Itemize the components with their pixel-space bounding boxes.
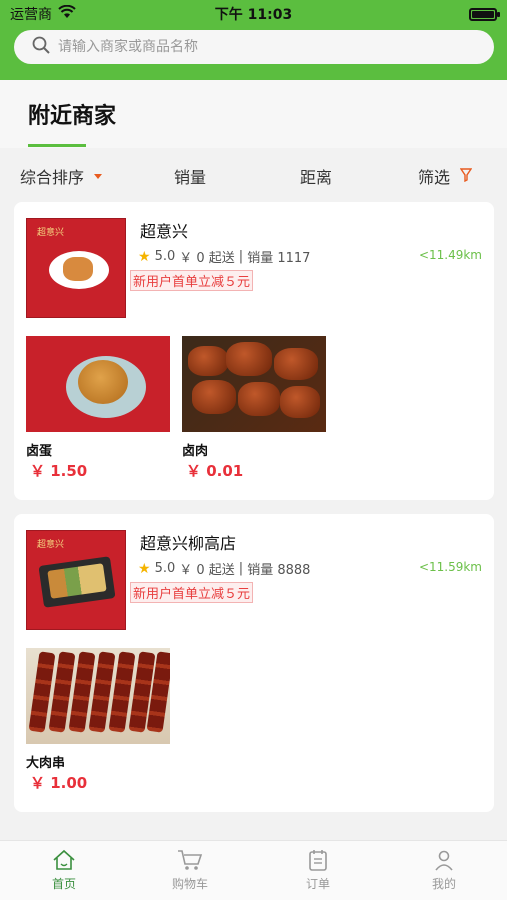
filter-sales-label: 销量 xyxy=(174,168,207,187)
logo-brand-text: 超意兴 xyxy=(37,540,65,550)
product-item[interactable]: 卤肉 ￥ 0.01 xyxy=(182,336,326,480)
shop-card[interactable]: 超意兴 超意兴柳高店 ★ 5.0 ￥ 0 起送 | 销量 8888 <11.59… xyxy=(14,514,494,812)
shop-name: 超意兴 xyxy=(140,222,189,241)
product-item[interactable]: 卤蛋 ￥ 1.50 xyxy=(26,336,170,480)
nearby-section: 附近商家 xyxy=(0,80,507,148)
product-image xyxy=(26,648,170,744)
tab-orders[interactable]: 订单 xyxy=(278,849,358,892)
search-input[interactable] xyxy=(58,39,438,55)
battery-icon xyxy=(469,7,500,21)
section-underline xyxy=(28,144,86,147)
promo-badge: 新用户首单立减５元 xyxy=(130,582,254,603)
promo-badge: 新用户首单立减５元 xyxy=(130,270,254,291)
product-image xyxy=(182,336,326,432)
meta-divider: | xyxy=(238,249,244,264)
user-icon xyxy=(435,850,453,871)
funnel-icon xyxy=(459,167,473,186)
tab-home[interactable]: 首页 xyxy=(24,849,104,892)
shop-sales: 销量 8888 xyxy=(247,563,311,578)
filter-sort-label: 综合排序 xyxy=(20,168,85,187)
tab-profile-label: 我的 xyxy=(431,877,456,891)
product-price: ￥ 0.01 xyxy=(186,462,244,480)
tab-home-label: 首页 xyxy=(51,877,76,891)
star-icon: ★ xyxy=(138,248,151,265)
product-name: 卤肉 xyxy=(182,444,209,459)
shop-rating: 5.0 xyxy=(154,249,176,264)
meta-divider: | xyxy=(238,561,244,576)
star-icon: ★ xyxy=(138,560,151,577)
tab-cart-label: 购物车 xyxy=(171,877,208,891)
product-name: 卤蛋 xyxy=(26,444,53,459)
filter-distance[interactable]: 距离 xyxy=(300,164,332,188)
product-name: 大肉串 xyxy=(26,756,66,771)
filter-label: 筛选 xyxy=(418,168,451,187)
dropdown-triangle-icon xyxy=(94,173,103,179)
shop-distance: <11.49km xyxy=(418,248,482,262)
wifi-icon xyxy=(58,4,76,23)
tab-profile[interactable]: 我的 xyxy=(404,849,484,892)
section-title: 附近商家 xyxy=(28,104,117,129)
logo-brand-text: 超意兴 xyxy=(37,228,65,238)
shop-name: 超意兴柳高店 xyxy=(140,534,237,553)
shop-rating: 5.0 xyxy=(154,561,176,576)
shop-card[interactable]: 超意兴 超意兴 ★ 5.0 ￥ 0 起送 | 销量 1117 <11.49km … xyxy=(14,202,494,500)
filter-sort[interactable]: 综合排序 xyxy=(20,164,103,188)
carrier-label: 运营商 xyxy=(10,7,52,23)
product-image xyxy=(26,336,170,432)
shop-meta: ★ 5.0 ￥ 0 起送 | 销量 8888 xyxy=(138,559,311,579)
shop-logo: 超意兴 xyxy=(26,530,126,630)
order-icon xyxy=(309,850,327,871)
status-bar: 运营商 下午 11:03 xyxy=(0,0,507,28)
home-icon xyxy=(53,849,75,870)
shop-logo: 超意兴 xyxy=(26,218,126,318)
product-item[interactable]: 大肉串 ￥ 1.00 xyxy=(26,648,170,792)
shop-distance: <11.59km xyxy=(418,560,482,574)
status-time: 下午 11:03 xyxy=(214,7,293,23)
tab-bar: 首页 购物车 订单 我的 xyxy=(0,840,507,900)
product-price: ￥ 1.00 xyxy=(30,774,88,792)
filter-distance-label: 距离 xyxy=(300,168,333,187)
product-price: ￥ 1.50 xyxy=(30,462,88,480)
shop-sales: 销量 1117 xyxy=(247,251,311,266)
shop-min-order: ￥ 0 起送 xyxy=(179,251,235,266)
search-bar[interactable] xyxy=(14,30,494,64)
cart-icon xyxy=(178,850,203,870)
shop-meta: ★ 5.0 ￥ 0 起送 | 销量 1117 xyxy=(138,247,311,267)
tab-orders-label: 订单 xyxy=(305,877,330,891)
filter-button[interactable]: 筛选 xyxy=(418,164,473,188)
shop-min-order: ￥ 0 起送 xyxy=(179,563,235,578)
filter-sales[interactable]: 销量 xyxy=(174,164,206,188)
filter-bar: 综合排序 销量 距离 筛选 xyxy=(0,150,507,198)
tab-cart[interactable]: 购物车 xyxy=(150,849,230,892)
search-icon xyxy=(32,36,50,58)
